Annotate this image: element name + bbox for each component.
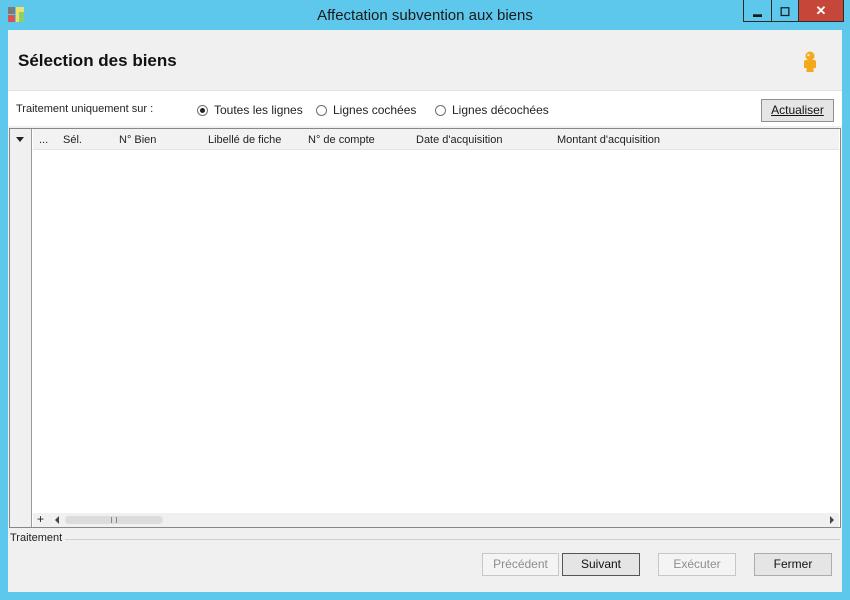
grid-body[interactable]	[33, 150, 839, 515]
page-title: Sélection des biens	[18, 51, 177, 70]
radio-unselected-icon	[435, 104, 446, 116]
scrollbar-grip-icon	[111, 517, 117, 523]
group-label: Traitement	[10, 532, 66, 544]
radio-unselected-icon	[316, 104, 327, 116]
minimize-button[interactable]: ▬	[743, 0, 772, 22]
filter-bar: Traitement uniquement sur : Toutes les l…	[8, 90, 842, 126]
radio-lignes-cochees[interactable]: Lignes cochées	[316, 103, 416, 117]
radio-selected-icon	[197, 104, 208, 116]
dialog-client-area: Sélection des biens Traitement uniquemen…	[8, 30, 842, 592]
radio-label: Lignes décochées	[452, 103, 549, 117]
minimize-icon: ▬	[753, 8, 762, 19]
execute-button[interactable]: Exécuter	[658, 553, 736, 576]
grid-options-dropdown-icon[interactable]	[16, 137, 24, 142]
next-button[interactable]: Suivant	[562, 553, 640, 576]
data-grid[interactable]: ... Sél. N° Bien Libellé de fiche N° de …	[9, 128, 841, 528]
filter-label: Traitement uniquement sur :	[16, 103, 154, 115]
maximize-icon: ◻	[779, 2, 791, 18]
add-row-icon[interactable]: +	[37, 512, 44, 526]
app-window: Affectation subvention aux biens ▬ ◻ ✕ S…	[0, 0, 850, 600]
grid-footer: +	[33, 512, 839, 527]
person-icon	[804, 51, 816, 72]
radio-lignes-decochees[interactable]: Lignes décochées	[435, 103, 549, 117]
radio-toutes-les-lignes[interactable]: Toutes les lignes	[197, 103, 303, 117]
group-divider	[10, 539, 840, 540]
refresh-button[interactable]: Actualiser	[761, 99, 834, 122]
column-header-selection[interactable]: Sél.	[63, 134, 82, 146]
close-window-button[interactable]: ✕	[798, 0, 844, 22]
close-button[interactable]: Fermer	[754, 553, 832, 576]
previous-button[interactable]: Précédent	[482, 553, 559, 576]
column-header-asset-label[interactable]: Libellé de fiche	[208, 134, 281, 146]
radio-label: Toutes les lignes	[214, 103, 303, 117]
scroll-left-icon[interactable]	[55, 516, 59, 524]
column-header-options[interactable]: ...	[39, 134, 48, 146]
page-header: Sélection des biens	[8, 30, 842, 90]
grid-column-headers: ... Sél. N° Bien Libellé de fiche N° de …	[33, 129, 839, 150]
close-icon: ✕	[815, 2, 827, 18]
maximize-button[interactable]: ◻	[771, 0, 799, 22]
window-title: Affectation subvention aux biens	[317, 7, 533, 24]
column-header-asset-number[interactable]: N° Bien	[119, 134, 156, 146]
grid-row-header	[10, 129, 32, 527]
column-header-account-number[interactable]: N° de compte	[308, 134, 375, 146]
horizontal-scrollbar-thumb[interactable]	[65, 516, 163, 524]
radio-label: Lignes cochées	[333, 103, 417, 117]
column-header-acquisition-amount[interactable]: Montant d'acquisition	[557, 134, 660, 146]
scroll-right-icon[interactable]	[830, 516, 834, 524]
title-bar[interactable]: Affectation subvention aux biens ▬ ◻ ✕	[0, 0, 850, 30]
column-header-acquisition-date[interactable]: Date d'acquisition	[416, 134, 503, 146]
